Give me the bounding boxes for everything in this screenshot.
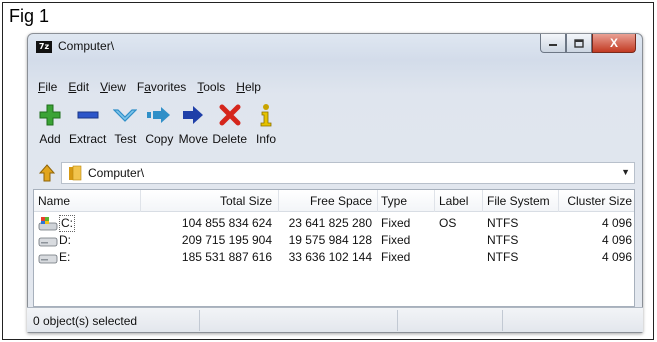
move-label: Move bbox=[178, 132, 209, 146]
minimize-icon bbox=[549, 44, 557, 46]
menu-help[interactable]: Help bbox=[231, 78, 267, 97]
list-header: Name Total Size Free Space Type Label Fi… bbox=[34, 190, 634, 212]
move-button[interactable]: Move bbox=[176, 101, 210, 146]
delete-x-icon bbox=[215, 101, 245, 129]
column-header-name[interactable]: Name bbox=[38, 190, 70, 212]
system-drive-icon bbox=[38, 217, 58, 231]
column-header-total-size[interactable]: Total Size bbox=[140, 190, 272, 212]
menu-view-mnemonic: V bbox=[100, 80, 108, 94]
drive-name: C: bbox=[59, 215, 75, 232]
total-size: 104 855 834 624 bbox=[181, 216, 272, 230]
table-row[interactable]: D: 209 715 195 904 19 575 984 128 Fixed … bbox=[34, 232, 634, 249]
extract-icon bbox=[73, 101, 103, 129]
file-list[interactable]: Name Total Size Free Space Type Label Fi… bbox=[33, 189, 635, 307]
table-row[interactable]: E: 185 531 887 616 33 636 102 144 Fixed … bbox=[34, 249, 634, 266]
menu-tools[interactable]: Tools bbox=[192, 78, 231, 97]
title-bar[interactable]: 7z Computer\ X bbox=[28, 34, 642, 60]
status-bar: 0 object(s) selected bbox=[27, 307, 643, 332]
status-divider bbox=[397, 310, 398, 331]
drive-type: Fixed bbox=[381, 233, 411, 247]
total-size: 185 531 887 616 bbox=[181, 250, 272, 264]
file-system: NTFS bbox=[487, 233, 519, 247]
folder-icon bbox=[69, 165, 82, 181]
copy-arrows-icon bbox=[144, 101, 174, 129]
column-divider[interactable] bbox=[377, 190, 378, 212]
table-row[interactable]: C: 104 855 834 624 23 641 825 280 Fixed … bbox=[34, 215, 634, 232]
menu-help-rest: elp bbox=[244, 80, 261, 94]
delete-label: Delete bbox=[212, 132, 248, 146]
hard-drive-icon bbox=[38, 254, 58, 264]
maximize-icon bbox=[574, 38, 584, 48]
info-button[interactable]: Info bbox=[249, 101, 283, 146]
copy-label: Copy bbox=[145, 132, 174, 146]
file-system: NTFS bbox=[487, 250, 519, 264]
column-divider[interactable] bbox=[482, 190, 483, 212]
toolbar: Add Extract Test Copy Move Delete Info bbox=[33, 101, 635, 157]
minimize-button[interactable] bbox=[540, 34, 566, 53]
menu-view[interactable]: View bbox=[95, 78, 132, 97]
add-icon bbox=[35, 101, 65, 129]
column-header-file-system[interactable]: File System bbox=[487, 190, 550, 212]
up-folder-button[interactable] bbox=[33, 162, 61, 184]
free-space: 19 575 984 128 bbox=[288, 233, 372, 247]
drive-name: D: bbox=[59, 233, 71, 247]
menu-favorites-rest: vorites bbox=[150, 80, 187, 94]
maximize-button[interactable] bbox=[566, 34, 592, 53]
test-button[interactable]: Test bbox=[108, 101, 142, 146]
column-header-type[interactable]: Type bbox=[381, 190, 407, 212]
cluster-size: 4 096 bbox=[601, 216, 632, 230]
7zip-app-icon: 7z bbox=[36, 41, 52, 53]
menu-favorites-mnemonic: a bbox=[144, 80, 151, 94]
close-button[interactable]: X bbox=[592, 34, 636, 53]
column-header-label[interactable]: Label bbox=[439, 190, 468, 212]
info-label: Info bbox=[256, 132, 277, 146]
column-header-free-space[interactable]: Free Space bbox=[278, 190, 372, 212]
dropdown-arrow-icon[interactable]: ▼ bbox=[621, 167, 630, 177]
extract-button[interactable]: Extract bbox=[67, 101, 108, 146]
status-divider bbox=[502, 310, 503, 331]
delete-button[interactable]: Delete bbox=[210, 101, 249, 146]
extract-label: Extract bbox=[69, 132, 107, 146]
drive-type: Fixed bbox=[381, 216, 411, 230]
window-title: Computer\ bbox=[58, 39, 115, 53]
address-path: Computer\ bbox=[88, 166, 145, 180]
up-arrow-icon bbox=[38, 164, 56, 182]
add-button[interactable]: Add bbox=[33, 101, 67, 146]
figure-frame: Fig 1 7z Computer\ X File Edit View Favo… bbox=[2, 2, 654, 340]
test-label: Test bbox=[114, 132, 137, 146]
menu-edit[interactable]: Edit bbox=[63, 78, 95, 97]
move-arrow-icon bbox=[178, 101, 208, 129]
column-divider[interactable] bbox=[434, 190, 435, 212]
address-bar: Computer\ ▼ bbox=[33, 162, 635, 184]
file-system: NTFS bbox=[487, 216, 519, 230]
menu-edit-rest: dit bbox=[76, 80, 90, 94]
total-size: 209 715 195 904 bbox=[181, 233, 272, 247]
drive-type: Fixed bbox=[381, 250, 411, 264]
drive-name: E: bbox=[59, 250, 71, 264]
menu-bar: File Edit View Favorites Tools Help bbox=[33, 78, 635, 97]
window-controls: X bbox=[540, 34, 636, 53]
copy-button[interactable]: Copy bbox=[142, 101, 176, 146]
menu-file-rest: ile bbox=[45, 80, 58, 94]
menu-tools-rest: ools bbox=[203, 80, 226, 94]
menu-file[interactable]: File bbox=[33, 78, 63, 97]
menu-view-rest: iew bbox=[107, 80, 126, 94]
selection-status: 0 object(s) selected bbox=[33, 314, 138, 328]
cluster-size: 4 096 bbox=[601, 233, 632, 247]
menu-help-mnemonic: H bbox=[236, 80, 245, 94]
add-label: Add bbox=[39, 132, 61, 146]
close-icon: X bbox=[609, 36, 618, 50]
info-icon bbox=[251, 101, 281, 129]
test-checkmark-icon bbox=[110, 101, 140, 129]
free-space: 23 641 825 280 bbox=[288, 216, 372, 230]
free-space: 33 636 102 144 bbox=[288, 250, 372, 264]
column-header-cluster-size[interactable]: Cluster Size bbox=[558, 190, 632, 212]
hard-drive-icon bbox=[38, 237, 58, 247]
cluster-size: 4 096 bbox=[601, 250, 632, 264]
status-divider bbox=[199, 310, 200, 331]
drive-label: OS bbox=[439, 216, 457, 230]
figure-label: Fig 1 bbox=[9, 6, 50, 26]
menu-favorites[interactable]: Favorites bbox=[132, 78, 192, 97]
address-field[interactable]: Computer\ ▼ bbox=[61, 162, 635, 184]
